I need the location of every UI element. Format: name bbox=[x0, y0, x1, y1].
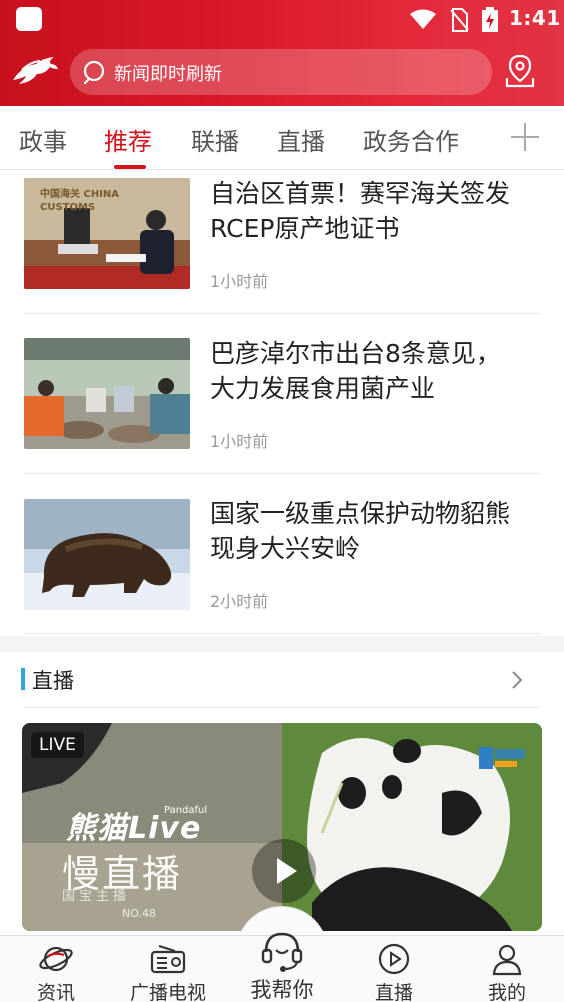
radio-icon bbox=[150, 945, 186, 974]
divider bbox=[24, 633, 540, 634]
no-sim-icon bbox=[450, 8, 469, 32]
headset-icon bbox=[261, 932, 303, 972]
live-badge: LIVE bbox=[31, 732, 84, 758]
divider bbox=[24, 473, 540, 474]
battery-charging-icon bbox=[482, 7, 498, 32]
tab-recommended[interactable]: 推荐 bbox=[104, 122, 152, 157]
search-icon bbox=[83, 60, 105, 85]
news-channel-logo-icon bbox=[479, 747, 525, 769]
nav-mine-label: 我的 bbox=[487, 982, 526, 1002]
nav-radio-tv[interactable]: 广播电视 bbox=[118, 936, 218, 1002]
video-title-line1: 熊猫Live bbox=[66, 811, 202, 846]
news-thumbnail bbox=[24, 499, 190, 610]
video-episode-number: NO.48 bbox=[122, 907, 156, 920]
add-tab-icon[interactable] bbox=[508, 120, 542, 154]
news-time: 1小时前 bbox=[210, 272, 269, 291]
news-title-line: 国家一级重点保护动物貂熊 bbox=[210, 499, 511, 528]
tab-broadcast[interactable]: 联播 bbox=[191, 122, 239, 157]
notification-app-icon bbox=[16, 7, 42, 31]
news-thumbnail: 中国海关 CHINA CUSTOMS bbox=[24, 178, 190, 289]
nav-mine[interactable]: 我的 bbox=[457, 936, 557, 1002]
nav-help-you-label: 我帮你 bbox=[250, 978, 314, 1002]
news-title-line: 大力发展食用菌产业 bbox=[210, 374, 436, 403]
app-header: 新闻即时刷新 bbox=[0, 38, 564, 106]
divider bbox=[24, 313, 540, 314]
thumb-text: 中国海关 CHINA CUSTOMS bbox=[40, 189, 120, 213]
live-section-header[interactable]: 直播 bbox=[0, 652, 564, 708]
wifi-icon bbox=[410, 9, 436, 29]
divider bbox=[24, 707, 540, 708]
app-screen: 1:41 新闻即时刷新 政事 推荐 联播 直播 政务合作 中国海关 CHINA … bbox=[0, 0, 564, 1002]
news-title-line: 自治区首票！赛罕海关签发 bbox=[210, 179, 511, 208]
nav-news[interactable]: 资讯 bbox=[6, 936, 106, 1002]
news-thumbnail bbox=[24, 338, 190, 449]
status-time: 1:41 bbox=[509, 6, 561, 30]
search-placeholder: 新闻即时刷新 bbox=[114, 64, 222, 85]
news-title-line: 巴彦淖尔市出台8条意见， bbox=[210, 339, 501, 368]
tab-live[interactable]: 直播 bbox=[277, 122, 325, 157]
news-item[interactable]: 国家一级重点保护动物貂熊 现身大兴安岭 2小时前 bbox=[0, 490, 564, 650]
news-title-line: 现身大兴安岭 bbox=[210, 534, 361, 563]
horse-logo-icon[interactable] bbox=[10, 52, 60, 92]
live-video-card[interactable]: LIVE Pandaful 熊猫Live 慢直播 国宝主播 NO.48 bbox=[22, 723, 542, 931]
nav-help-you[interactable]: 我帮你 bbox=[232, 926, 332, 1002]
news-title: 国家一级重点保护动物貂熊 现身大兴安岭 bbox=[210, 496, 540, 566]
active-tab-indicator bbox=[114, 165, 146, 169]
location-icon[interactable] bbox=[504, 54, 536, 88]
user-icon bbox=[492, 944, 522, 976]
play-icon bbox=[277, 858, 297, 884]
nav-live[interactable]: 直播 bbox=[344, 936, 444, 1002]
play-circle-icon bbox=[378, 943, 410, 975]
news-time: 1小时前 bbox=[210, 432, 269, 451]
news-title: 巴彦淖尔市出台8条意见， 大力发展食用菌产业 bbox=[210, 336, 540, 406]
nav-news-label: 资讯 bbox=[36, 982, 75, 1002]
tab-politics[interactable]: 政事 bbox=[19, 122, 67, 157]
news-title: 自治区首票！赛罕海关签发 RCEP原产地证书 bbox=[210, 176, 540, 246]
category-tabs: 政事 推荐 联播 直播 政务合作 bbox=[0, 106, 564, 170]
live-section-title: 直播 bbox=[32, 669, 74, 693]
section-accent-bar bbox=[21, 668, 25, 690]
video-subtitle: 国宝主播 bbox=[62, 889, 131, 904]
search-bar[interactable]: 新闻即时刷新 bbox=[70, 49, 492, 95]
chevron-right-icon[interactable] bbox=[508, 669, 526, 691]
section-gap bbox=[0, 636, 564, 652]
play-button[interactable] bbox=[252, 839, 316, 903]
nav-live-label: 直播 bbox=[374, 982, 413, 1002]
news-title-line: RCEP原产地证书 bbox=[210, 214, 400, 243]
planet-icon bbox=[39, 946, 73, 972]
top-bar: 1:41 新闻即时刷新 bbox=[0, 0, 564, 106]
tab-government-cooperation[interactable]: 政务合作 bbox=[363, 122, 459, 157]
news-item[interactable]: 巴彦淖尔市出台8条意见， 大力发展食用菌产业 1小时前 bbox=[0, 330, 564, 490]
news-time: 2小时前 bbox=[210, 592, 269, 611]
nav-radio-tv-label: 广播电视 bbox=[129, 982, 206, 1002]
news-item[interactable]: 中国海关 CHINA CUSTOMS 自治区首票！赛罕海关签发 RCEP原产地证… bbox=[0, 170, 564, 330]
status-bar: 1:41 bbox=[0, 0, 564, 38]
